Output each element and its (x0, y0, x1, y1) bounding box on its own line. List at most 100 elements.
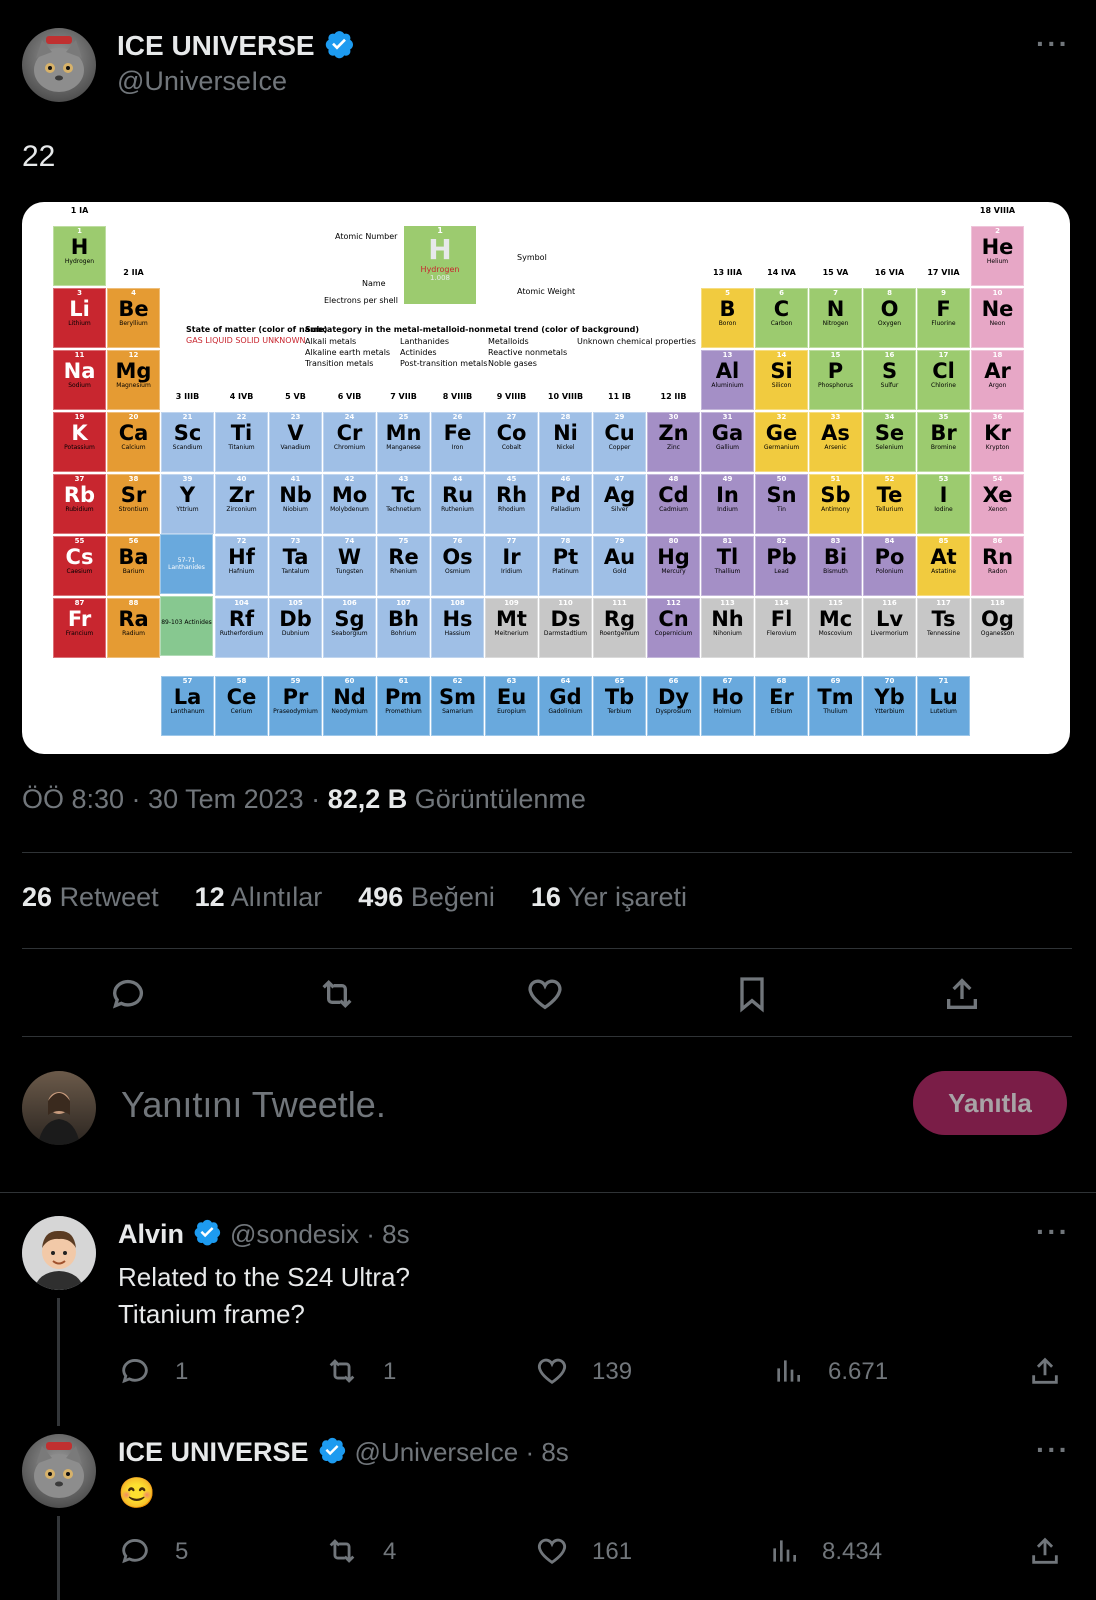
tweet-image[interactable]: Atomic Number Name Electrons per shell S… (22, 202, 1070, 754)
element-symbol: Au (603, 545, 636, 569)
element-name: Polonium (875, 568, 904, 575)
element-name: Thulium (823, 707, 848, 715)
element-y: 39 Y Yttrium (161, 474, 214, 534)
actinides-placeholder: 89-103 Actinides (160, 596, 213, 656)
share-icon[interactable] (942, 974, 982, 1014)
element-in: 49 In Indium (701, 474, 754, 534)
retweet-icon[interactable] (324, 1534, 360, 1568)
more-icon[interactable]: ··· (1036, 28, 1070, 60)
views-icon[interactable] (772, 1354, 804, 1388)
author-handle[interactable]: @UniverseIce (117, 66, 287, 97)
element-symbol: Pt (552, 545, 579, 569)
element-name: Ruthenium (441, 506, 474, 513)
group-label: 15 VA (822, 268, 849, 277)
divider (22, 1036, 1072, 1037)
like-icon[interactable] (535, 1354, 569, 1388)
reply-icon[interactable] (118, 1354, 152, 1388)
element-sn: 50 Sn Tin (755, 474, 808, 534)
divider (22, 948, 1072, 949)
stat-label: Beğeni (410, 882, 495, 912)
author-avatar[interactable] (22, 28, 96, 102)
stat-bookmarks[interactable]: 16 Yer işareti (531, 882, 687, 913)
element-ce: 58 Ce Cerium (215, 675, 268, 736)
element-symbol: Sr (120, 483, 147, 507)
more-icon[interactable]: ··· (1036, 1434, 1070, 1466)
reply-author-name[interactable]: Alvin (118, 1219, 184, 1250)
author-name[interactable]: ICE UNIVERSE (117, 30, 315, 62)
element-name: Yttrium (176, 506, 199, 513)
element-name: Samarium (442, 707, 473, 715)
element-er: 68 Er Erbium (755, 675, 808, 736)
element-sg: 106 Sg Seaborgium (323, 598, 376, 658)
element-name: Lead (774, 568, 789, 575)
like-icon[interactable] (525, 974, 565, 1014)
stat-quotes[interactable]: 12 Alıntılar (195, 882, 323, 913)
reply-icon[interactable] (118, 1534, 152, 1568)
element-name: Roentgenium (599, 630, 640, 637)
reply-count: 5 (175, 1538, 189, 1565)
element-symbol: W (337, 545, 362, 569)
group-label: 11 IB (608, 392, 631, 401)
element-name: Zirconium (226, 506, 257, 513)
more-icon[interactable]: ··· (1036, 1216, 1070, 1248)
retweet-icon[interactable] (324, 1354, 360, 1388)
stat-label: Yer işareti (567, 882, 688, 912)
element-symbol: Rg (603, 607, 636, 631)
legend-item-metalloids: Metalloids (488, 337, 529, 346)
element-symbol: Xe (982, 483, 1013, 507)
element-symbol: Hf (228, 545, 255, 569)
element-symbol: Mo (331, 483, 368, 507)
share-icon[interactable] (1028, 1534, 1062, 1568)
element-name: Osmium (444, 568, 470, 575)
element-name: Argon (988, 382, 1007, 389)
reply-author-name[interactable]: ICE UNIVERSE (118, 1437, 309, 1468)
element-symbol: H (70, 235, 89, 259)
stat-likes[interactable]: 496 Beğeni (358, 882, 495, 913)
retweet-icon[interactable] (316, 974, 358, 1014)
reply-author-handle[interactable]: @sondesix · 8s (230, 1219, 410, 1250)
bookmark-icon[interactable] (732, 974, 772, 1014)
element-name: Promethium (385, 707, 422, 715)
element-name: Oxygen (877, 320, 902, 327)
element-lv: 116 Lv Livermorium (863, 598, 916, 658)
element-name: Thallium (714, 568, 741, 575)
element-name: Phosphorus (818, 382, 853, 389)
element-name: Calcium (121, 444, 146, 451)
element-symbol: Ce (226, 684, 257, 709)
element-mn: 25 Mn Manganese (377, 412, 430, 472)
reply-avatar[interactable] (22, 1434, 96, 1508)
element-symbol: Og (981, 607, 1014, 631)
element-symbol: Hs (442, 607, 473, 631)
tweet-stats: 26 Retweet 12 Alıntılar 496 Beğeni 16 Ye… (22, 882, 687, 913)
reply-author-handle[interactable]: @UniverseIce · 8s (355, 1437, 569, 1468)
reply-input[interactable]: Yanıtını Tweetle. (121, 1084, 386, 1126)
share-icon[interactable] (1028, 1354, 1062, 1388)
element-name: Caesium (66, 568, 93, 575)
element-symbol: Sn (766, 483, 797, 507)
stat-retweets[interactable]: 26 Retweet (22, 882, 159, 913)
like-icon[interactable] (535, 1534, 569, 1568)
element-symbol: Be (118, 297, 149, 321)
element-symbol: Sc (173, 421, 202, 445)
views-label: Görüntülenme (414, 784, 586, 814)
element-tb: 65 Tb Terbium (593, 675, 646, 736)
element-pt: 78 Pt Platinum (539, 536, 592, 596)
element-symbol: Ar (984, 359, 1011, 383)
element-name: Gallium (716, 444, 739, 451)
element-os: 76 Os Osmium (431, 536, 484, 596)
element-as: 33 As Arsenic (809, 412, 862, 472)
views-icon[interactable] (768, 1534, 800, 1568)
element-symbol: Er (769, 684, 794, 709)
reply-icon[interactable] (108, 974, 148, 1014)
stat-count: 26 (22, 882, 53, 912)
legend-subcategory: Subcategory in the metal-metalloid-nonme… (305, 325, 640, 334)
element-fr: 87 Fr Francium (53, 598, 106, 658)
reply-button[interactable]: Yanıtla (913, 1071, 1067, 1135)
element-symbol: I (939, 483, 948, 507)
reply-avatar[interactable] (22, 1216, 96, 1290)
tweet-timestamp[interactable]: ÖÖ 8:30 · 30 Tem 2023 · (22, 784, 320, 814)
element-symbol: Nh (711, 607, 744, 631)
element-name: Rhodium (498, 506, 525, 513)
element-symbol: Sb (820, 483, 851, 507)
element-symbol: Se (874, 421, 905, 445)
